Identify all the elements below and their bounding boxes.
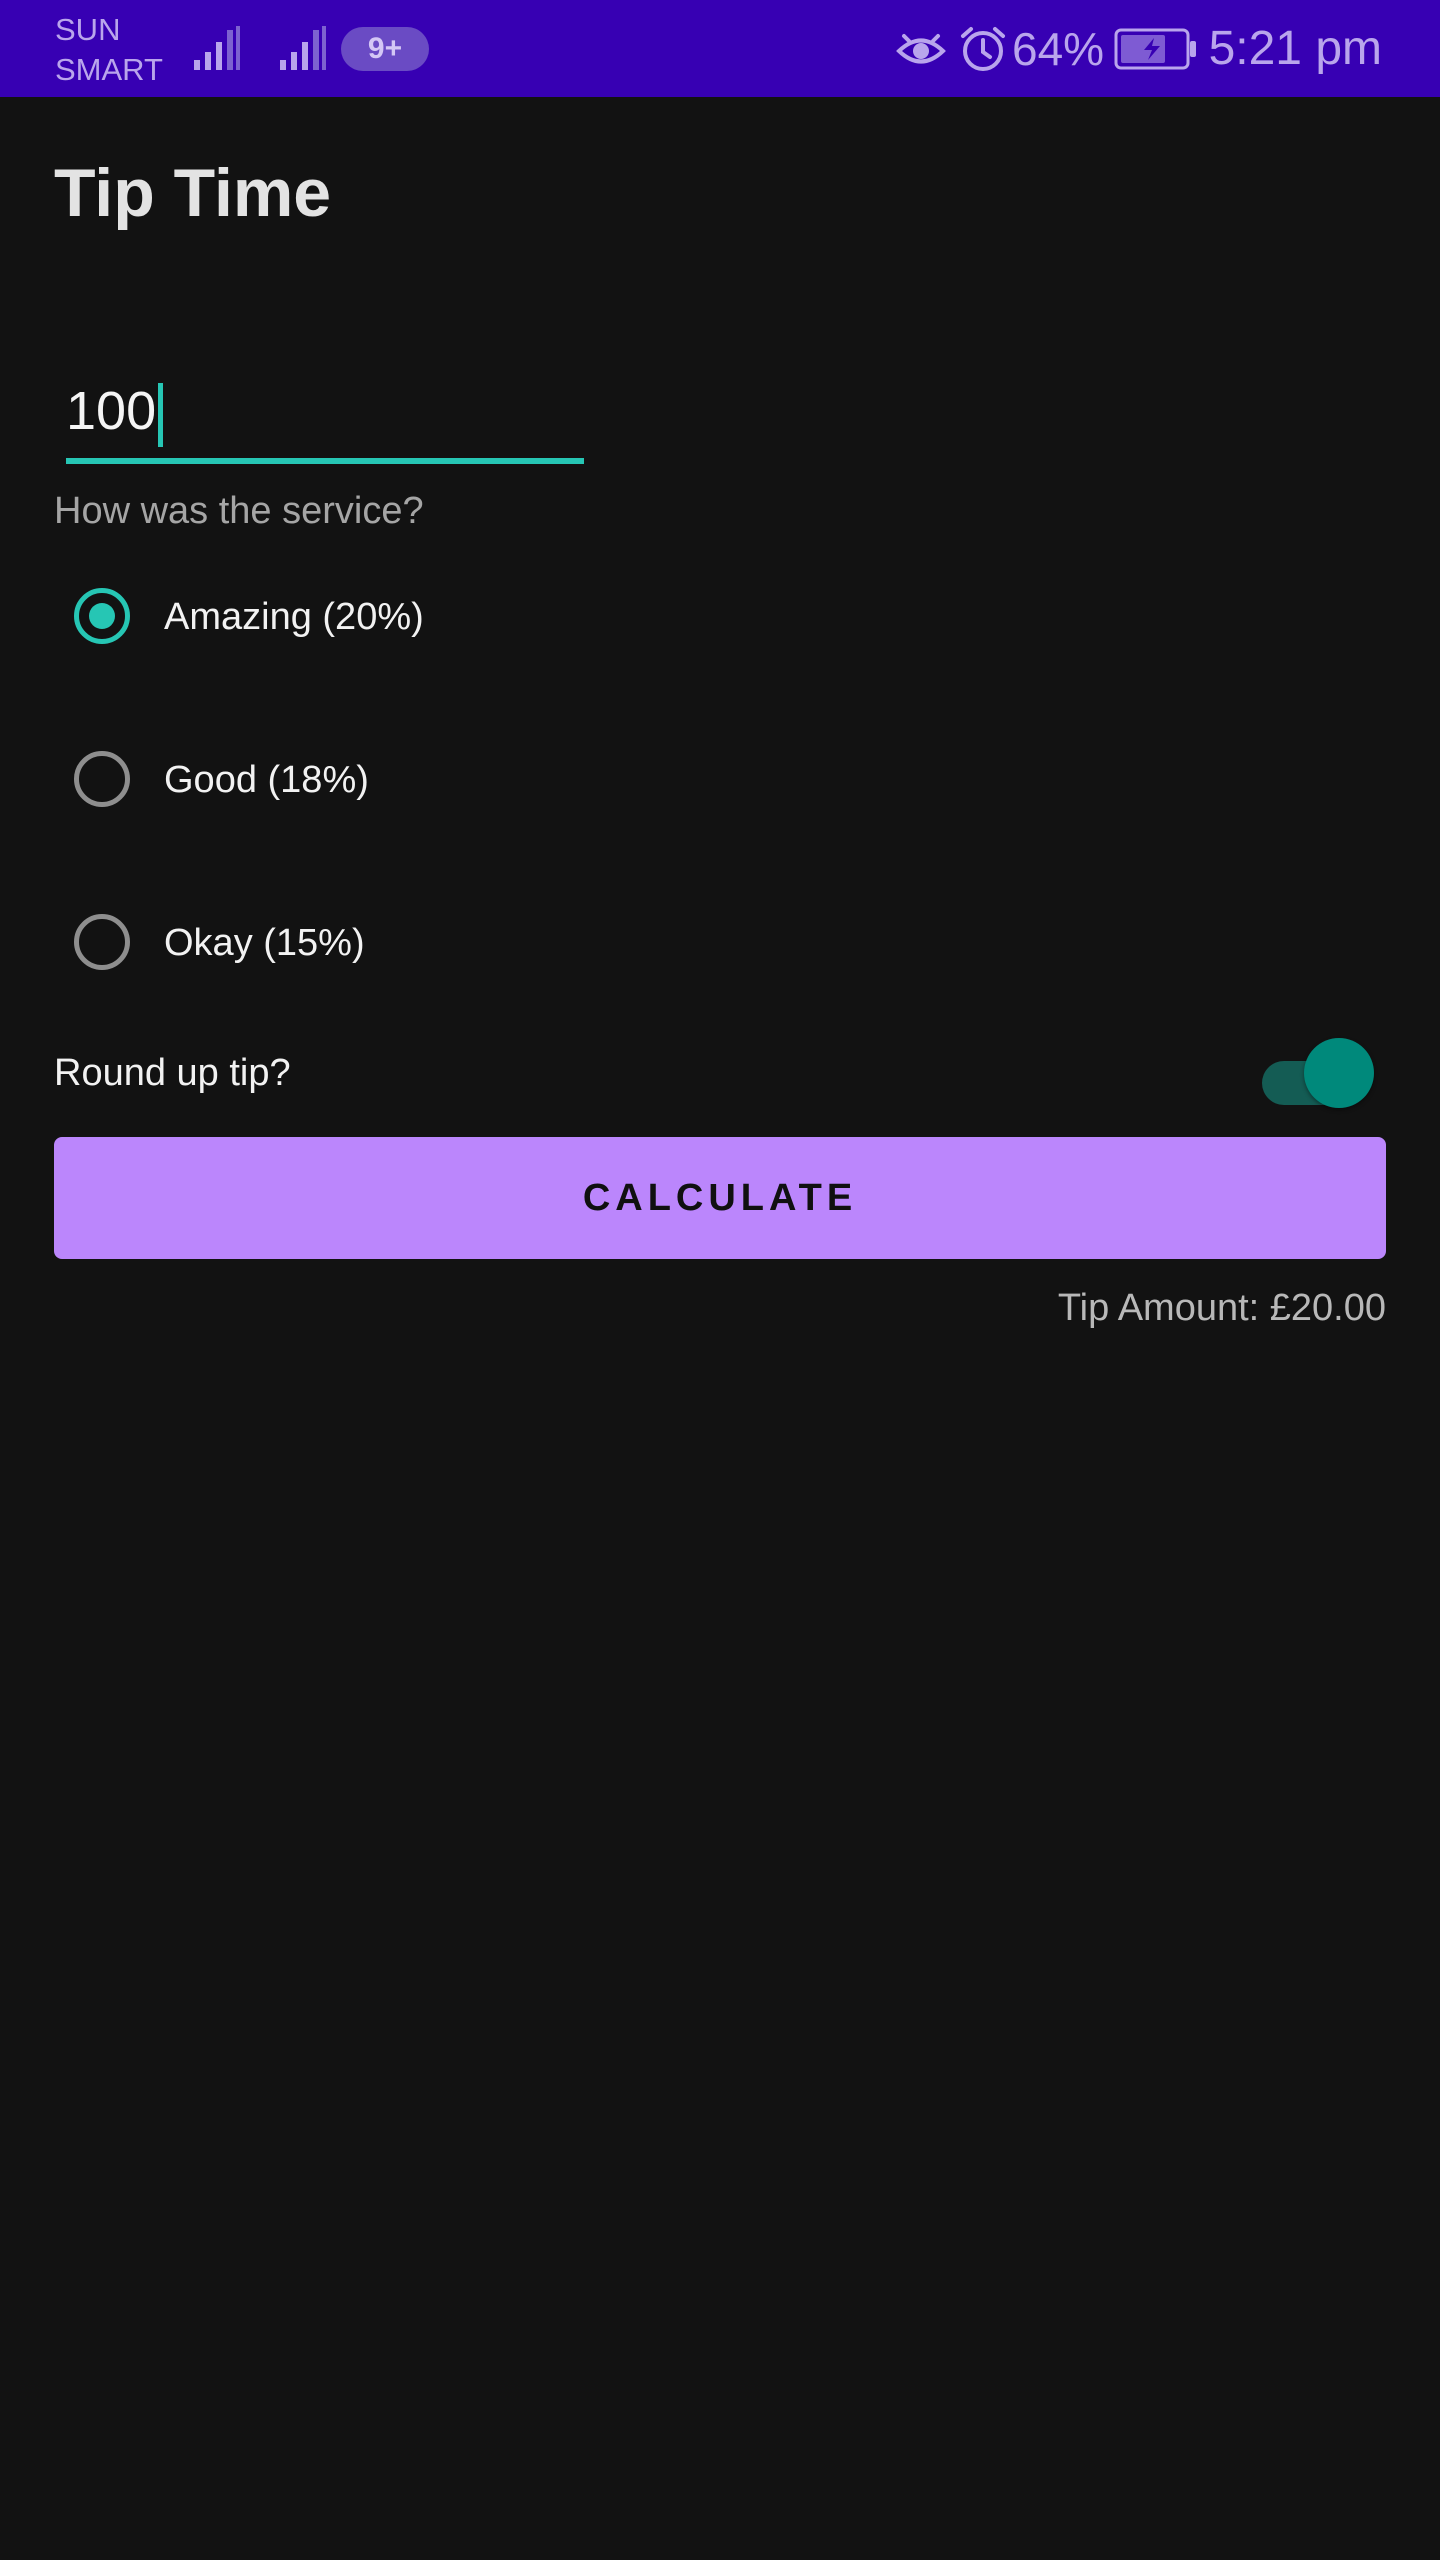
page-title: Tip Time — [54, 155, 332, 231]
bill-amount-input[interactable]: 100 — [66, 372, 584, 464]
radio-label: Okay (15%) — [164, 922, 365, 964]
carrier-name: SUN SMART — [55, 12, 163, 87]
clock: 5:21 pm — [1208, 22, 1382, 75]
battery-charging-icon — [1114, 28, 1196, 70]
battery-percent: 64% — [1012, 23, 1105, 75]
eye-icon — [896, 34, 946, 64]
radio-unchecked-icon[interactable] — [74, 914, 130, 970]
radio-option-okay[interactable]: Okay (15%) — [54, 896, 654, 996]
status-bar: SUN SMART 9+ 64% 5:21 pm — [0, 0, 1440, 97]
notification-badge: 9+ — [341, 27, 429, 71]
radio-unchecked-icon[interactable] — [74, 751, 130, 807]
signal-icon — [194, 26, 240, 70]
radio-label: Good (18%) — [164, 759, 369, 801]
round-up-label: Round up tip? — [54, 1052, 291, 1094]
radio-option-good[interactable]: Good (18%) — [54, 733, 654, 833]
service-question: How was the service? — [54, 490, 424, 532]
switch-thumb[interactable] — [1304, 1038, 1374, 1108]
text-cursor — [158, 382, 164, 447]
round-up-switch[interactable] — [1262, 1038, 1374, 1108]
calculate-button[interactable]: CALCULATE — [54, 1137, 1386, 1259]
radio-label: Amazing (20%) — [164, 596, 424, 638]
radio-option-amazing[interactable]: Amazing (20%) — [54, 570, 654, 670]
tip-amount-result: Tip Amount: £20.00 — [1057, 1287, 1386, 1329]
alarm-icon — [961, 27, 1005, 71]
bill-amount-value: 100 — [66, 376, 164, 447]
radio-dot — [89, 603, 115, 629]
radio-checked-icon[interactable] — [74, 588, 130, 644]
signal-icon — [280, 26, 326, 70]
